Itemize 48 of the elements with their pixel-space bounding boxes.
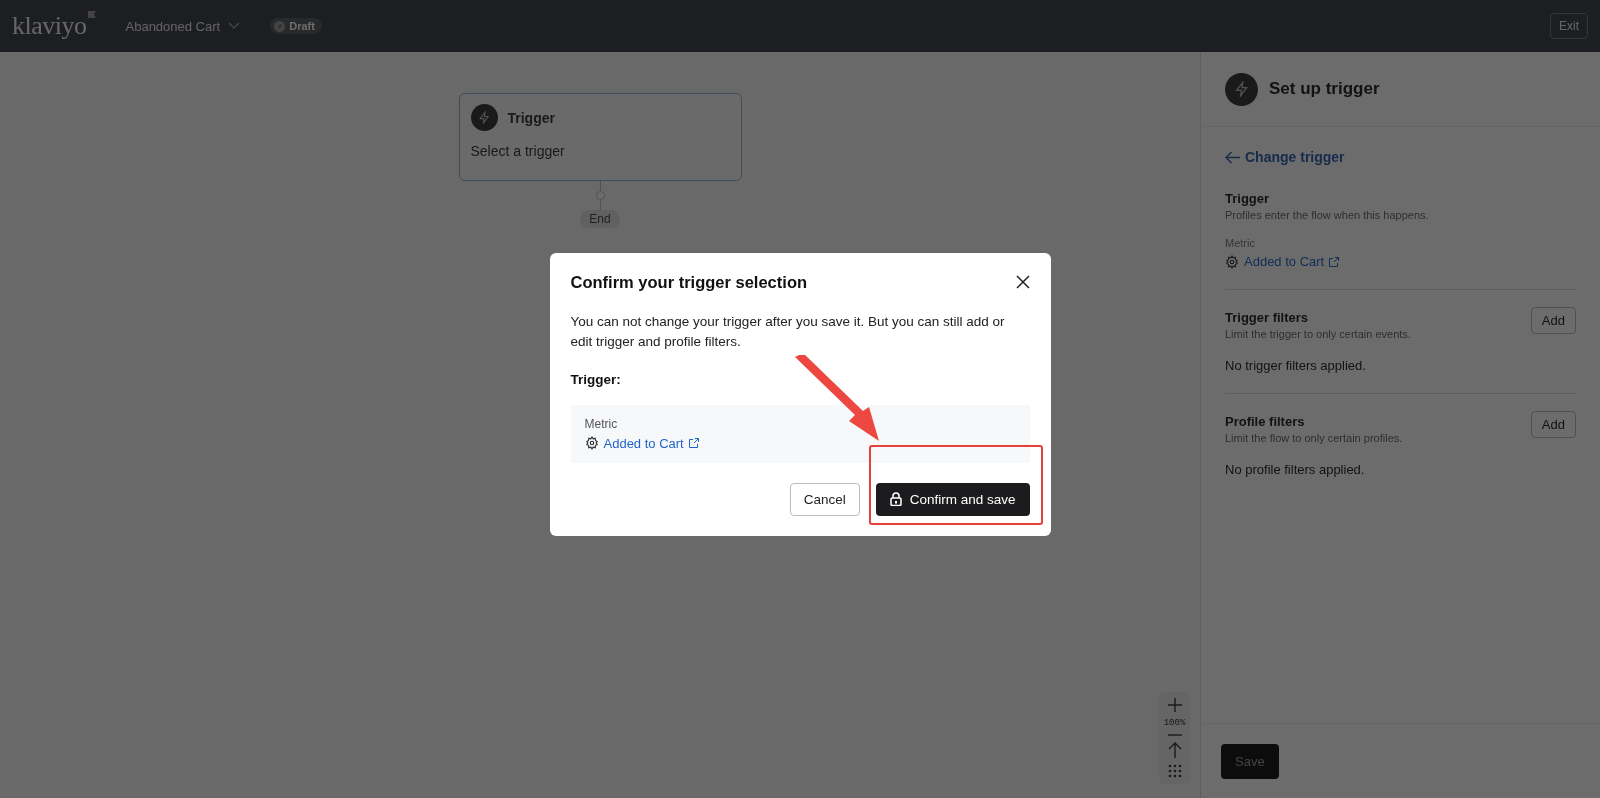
- section-heading: Profile filters: [1225, 414, 1306, 429]
- section-heading: Trigger filters: [1225, 310, 1310, 325]
- empty-state-text: No profile filters applied.: [1225, 462, 1366, 477]
- exit-button[interactable]: Exit: [1550, 13, 1588, 39]
- gear-icon: [1225, 254, 1239, 269]
- metric-label: Metric: [584, 416, 619, 431]
- empty-state-text: No trigger filters applied.: [1225, 358, 1367, 373]
- arrow-up-button[interactable]: [1167, 742, 1182, 758]
- close-button[interactable]: [1015, 275, 1030, 289]
- confirm-button[interactable]: Confirm and save: [875, 482, 1030, 516]
- grid-button[interactable]: [1167, 764, 1182, 778]
- lightning-icon: [1233, 81, 1250, 97]
- end-label: End: [580, 210, 620, 228]
- metric-link[interactable]: Added to Cart: [1244, 254, 1341, 269]
- flag-icon: [87, 11, 96, 18]
- section-description: Profiles enter the flow when this happens.: [1225, 209, 1430, 221]
- add-button[interactable]: Add: [1530, 411, 1576, 438]
- section-description: Limit the flow to only certain profiles.: [1225, 432, 1403, 444]
- node-title: Trigger: [507, 109, 555, 126]
- dialog-message: You can not change your trigger after you save it. But you can still add or edit trigger and profile filters.: [570, 312, 1006, 351]
- flow-name-dropdown[interactable]: Abandoned Cart: [125, 18, 241, 34]
- external-link-icon: [1328, 255, 1341, 268]
- dots-grid-icon: [1167, 764, 1182, 778]
- cancel-button[interactable]: Cancel: [789, 482, 860, 516]
- metric-link[interactable]: Added to Cart: [603, 435, 700, 451]
- chevron-down-icon: [228, 22, 241, 30]
- gear-icon: [584, 436, 599, 450]
- pencil-icon: [274, 20, 286, 32]
- external-link-icon: [687, 437, 700, 449]
- lightning-icon: [477, 111, 491, 124]
- trigger-label: Trigger:: [570, 371, 622, 387]
- add-button[interactable]: Add: [1530, 307, 1576, 334]
- zoom-level: 100%: [1163, 718, 1186, 728]
- arrow-left-icon: [1225, 150, 1240, 164]
- section-heading: Trigger: [1225, 191, 1271, 206]
- dialog-title: Confirm your trigger selection: [570, 272, 808, 292]
- status-text: Draft: [289, 20, 315, 32]
- minus-icon: [1167, 734, 1182, 736]
- close-icon: [1015, 275, 1030, 289]
- plus-icon: [1167, 698, 1182, 712]
- panel-title: Set up trigger: [1269, 79, 1380, 99]
- arrow-up-icon: [1167, 742, 1182, 758]
- zoom-in-button[interactable]: [1167, 698, 1182, 712]
- trigger-node[interactable]: Trigger Select a trigger: [458, 93, 742, 181]
- lock-icon: [889, 492, 902, 506]
- change-trigger-link[interactable]: Change trigger: [1225, 149, 1345, 165]
- node-subtitle: Select a trigger: [470, 143, 566, 159]
- logo: klaviyo: [12, 11, 87, 41]
